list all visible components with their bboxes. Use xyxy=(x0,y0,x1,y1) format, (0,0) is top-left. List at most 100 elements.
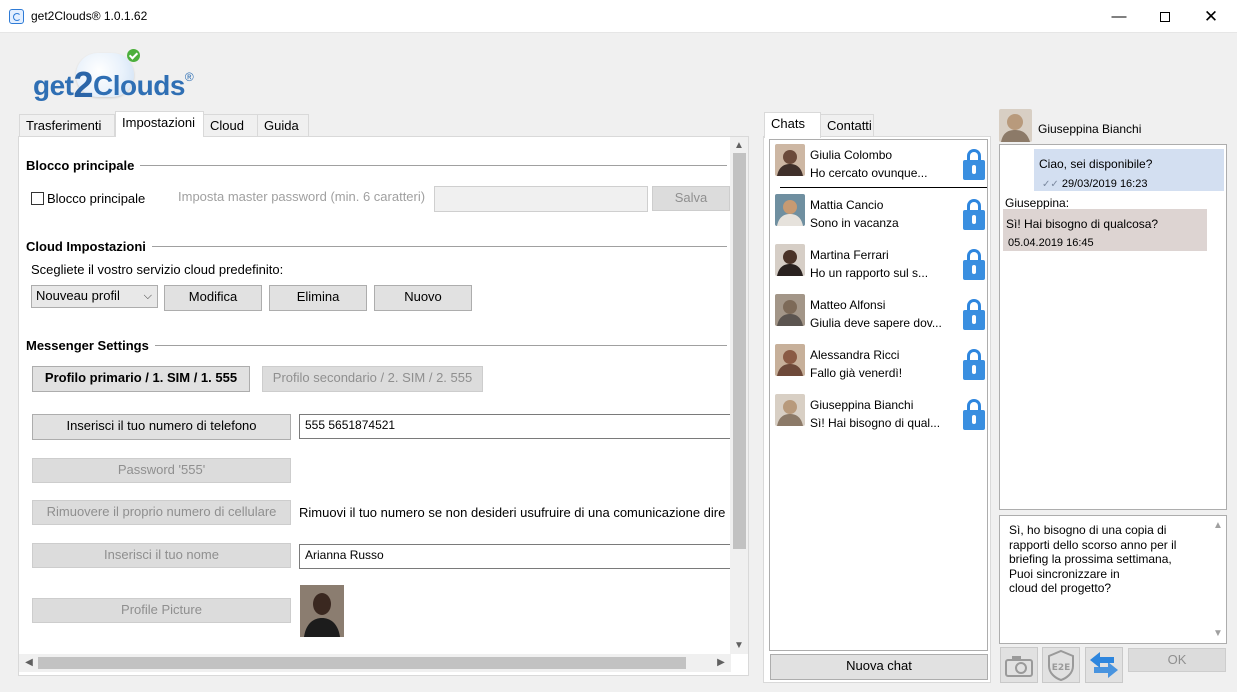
master-lock-title: Blocco principale xyxy=(26,158,141,173)
remove-number-button[interactable]: Rimuovere il proprio numero di cellulare xyxy=(32,500,291,525)
peer-name: Giuseppina Bianchi xyxy=(1038,122,1142,136)
tab-chats[interactable]: Chats xyxy=(764,112,821,138)
minimize-button[interactable]: — xyxy=(1096,0,1142,33)
chat-item-giuseppina-bianchi[interactable]: Giuseppina Bianchi Sì! Hai bisogno di qu… xyxy=(775,392,985,436)
new-button[interactable]: Nuovo xyxy=(374,285,472,311)
master-password-field[interactable] xyxy=(434,186,648,212)
name-field[interactable]: Arianna Russo xyxy=(299,544,731,569)
close-icon: ✕ xyxy=(1203,7,1219,26)
maximize-icon xyxy=(1160,12,1170,22)
unlocked-lock-icon xyxy=(963,399,985,431)
message-bubble-sent: Ciao, sei disponibile? ✓✓ 29/03/2019 16:… xyxy=(1034,149,1224,191)
message-timestamp: 05.04.2019 16:45 xyxy=(1008,237,1094,249)
settings-panel xyxy=(18,136,749,676)
message-sender: Giuseppina: xyxy=(1005,196,1070,210)
compose-scrollbar[interactable]: ▲ ▼ xyxy=(1210,516,1226,643)
ok-button[interactable]: OK xyxy=(1128,648,1226,672)
master-lock-label: Blocco principale xyxy=(47,191,146,206)
chat-name: Giuseppina Bianchi xyxy=(810,398,914,412)
chat-item-martina-ferrari[interactable]: Martina Ferrari Ho un rapporto sul s... xyxy=(775,242,985,286)
profile-picture-icon xyxy=(300,585,344,637)
message-text: Sì! Hai bisogno di qualcosa? xyxy=(1006,217,1159,231)
profile-picture-button[interactable]: Profile Picture xyxy=(32,598,291,623)
e2e-button[interactable]: E2E xyxy=(1042,647,1080,683)
messenger-settings-title: Messenger Settings xyxy=(26,338,155,353)
unlocked-lock-icon xyxy=(963,249,985,281)
horizontal-scroll-thumb[interactable] xyxy=(38,657,686,669)
chat-name: Matteo Alfonsi xyxy=(810,298,886,312)
message-text: Ciao, sei disponibile? xyxy=(1039,157,1153,171)
profile-picture[interactable] xyxy=(300,585,344,637)
minimize-icon: — xyxy=(1111,8,1127,25)
unlocked-lock-icon xyxy=(963,299,985,331)
new-chat-button[interactable]: Nuova chat xyxy=(770,654,988,680)
primary-profile-button[interactable]: Profilo primario / 1. SIM / 1. 555 xyxy=(32,366,250,392)
password-555-button[interactable]: Password '555' xyxy=(32,458,291,483)
cloud-profile-select[interactable]: Nouveau profil ⌵ xyxy=(31,285,158,308)
tab-guida[interactable]: Guida xyxy=(257,114,309,136)
tab-trasferimenti[interactable]: Trasferimenti xyxy=(19,114,115,136)
chat-item-matteo-alfonsi[interactable]: Matteo Alfonsi Giulia deve sapere dov... xyxy=(775,292,985,336)
tab-contatti[interactable]: Contatti xyxy=(820,114,874,137)
chat-item-alessandra-ricci[interactable]: Alessandra Ricci Fallo già venerdì! xyxy=(775,342,985,386)
avatar xyxy=(775,244,805,276)
chat-name: Alessandra Ricci xyxy=(810,348,900,362)
scroll-left-icon[interactable]: ◀ xyxy=(21,657,37,668)
message-bubble-received: Sì! Hai bisogno di qualcosa? 05.04.2019 … xyxy=(1003,209,1207,251)
chat-list: Giulia Colombo Ho cercato ovunque... Mat… xyxy=(769,139,988,651)
title-bar: get2Clouds® 1.0.1.62 — ✕ xyxy=(0,0,1237,33)
logo-text: get2Clouds® xyxy=(33,64,194,105)
save-button[interactable]: Salva xyxy=(652,186,730,211)
enter-phone-button[interactable]: Inserisci il tuo numero di telefono xyxy=(32,414,291,440)
chat-preview: Ho cercato ovunque... xyxy=(810,166,928,180)
scroll-up-icon[interactable]: ▲ xyxy=(731,140,747,151)
shield-icon: E2E xyxy=(1048,649,1074,682)
close-button[interactable]: ✕ xyxy=(1188,0,1234,33)
sync-button[interactable] xyxy=(1085,647,1123,683)
chat-preview: Sì! Hai bisogno di qual... xyxy=(810,416,941,430)
cloud-prompt: Scegliete il vostro servizio cloud prede… xyxy=(31,262,284,277)
app-icon xyxy=(9,9,24,24)
maximize-button[interactable] xyxy=(1142,0,1188,33)
avatar xyxy=(775,194,805,226)
vertical-scroll-thumb[interactable] xyxy=(733,153,746,549)
window-title: get2Clouds® 1.0.1.62 xyxy=(31,9,148,23)
cloud-settings-title: Cloud Impostazioni xyxy=(26,239,152,254)
modify-button[interactable]: Modifica xyxy=(164,285,262,311)
scroll-up-icon[interactable]: ▲ xyxy=(1210,520,1226,531)
remove-number-hint: Rimuovi il tuo numero se non desideri us… xyxy=(299,505,726,520)
secondary-profile-button[interactable]: Profilo secondario / 2. SIM / 2. 555 xyxy=(262,366,483,392)
enter-name-button[interactable]: Inserisci il tuo nome xyxy=(32,543,291,568)
scroll-right-icon[interactable]: ▶ xyxy=(713,657,729,668)
message-compose-field[interactable]: Sì, ho bisogno di una copia di rapporti … xyxy=(999,515,1227,644)
cloud-profile-value: Nouveau profil xyxy=(36,288,120,303)
chevron-down-icon: ⌵ xyxy=(143,290,152,302)
unlocked-lock-icon xyxy=(963,199,985,231)
chat-item-mattia-cancio[interactable]: Mattia Cancio Sono in vacanza xyxy=(775,192,985,236)
chat-item-giulia-colombo[interactable]: Giulia Colombo Ho cercato ovunque... xyxy=(775,142,987,188)
chat-preview: Ho un rapporto sul s... xyxy=(810,266,929,280)
unlocked-lock-icon xyxy=(963,149,985,181)
tab-cloud[interactable]: Cloud xyxy=(203,114,258,136)
read-ticks-icon: ✓✓ xyxy=(1042,179,1059,190)
delete-button[interactable]: Elimina xyxy=(269,285,367,311)
avatar xyxy=(775,344,805,376)
check-badge-icon xyxy=(127,49,140,62)
peer-avatar xyxy=(999,109,1032,142)
swap-arrows-icon xyxy=(1090,652,1118,678)
avatar xyxy=(775,294,805,326)
unlocked-lock-icon xyxy=(963,349,985,381)
scroll-down-icon[interactable]: ▼ xyxy=(731,640,747,651)
phone-number-field[interactable]: 555 5651874521 xyxy=(299,414,731,439)
svg-text:E2E: E2E xyxy=(1052,663,1071,673)
chat-preview: Sono in vacanza xyxy=(810,216,899,230)
master-lock-checkbox[interactable] xyxy=(31,192,44,205)
camera-icon xyxy=(1005,656,1033,677)
tab-impostazioni[interactable]: Impostazioni xyxy=(115,111,204,137)
camera-button[interactable] xyxy=(1000,647,1038,683)
message-timestamp: ✓✓ 29/03/2019 16:23 xyxy=(1042,178,1148,190)
scroll-down-icon[interactable]: ▼ xyxy=(1210,628,1226,639)
avatar xyxy=(775,394,805,426)
selection-divider xyxy=(780,187,987,188)
chat-preview: Fallo già venerdì! xyxy=(810,366,903,380)
